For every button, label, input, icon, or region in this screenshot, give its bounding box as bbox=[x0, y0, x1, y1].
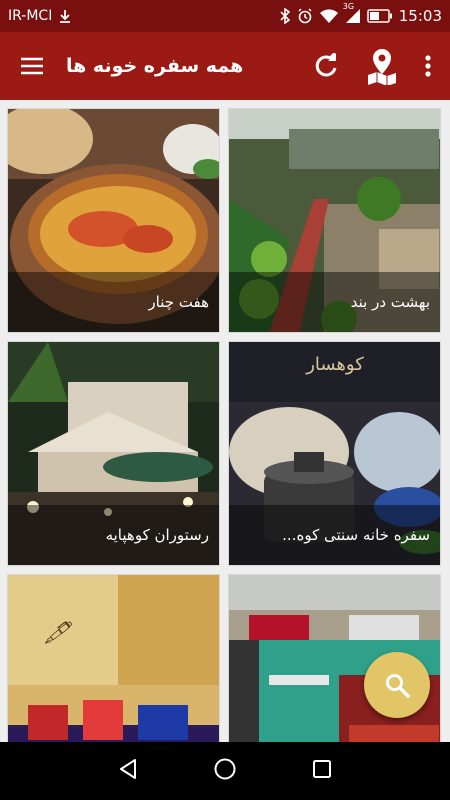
search-fab[interactable] bbox=[364, 652, 430, 718]
home-icon[interactable] bbox=[213, 757, 237, 785]
card-caption: هفت چنار bbox=[8, 272, 219, 332]
download-icon bbox=[58, 9, 72, 23]
restaurant-name: رستوران کوهپایه bbox=[105, 526, 209, 544]
app-title: همه سفره خونه ها bbox=[66, 55, 244, 77]
wifi-icon bbox=[319, 8, 339, 24]
restaurant-name: سفره خانه سنتی کوه... bbox=[282, 526, 430, 544]
menu-icon[interactable] bbox=[10, 44, 54, 88]
restaurant-name: بهشت در بند bbox=[350, 293, 430, 311]
recents-icon[interactable] bbox=[311, 758, 333, 784]
carrier-label: IR-MCI bbox=[8, 8, 53, 24]
status-right: 3G 15:03 bbox=[279, 2, 442, 25]
sign-text: کوهسار bbox=[305, 354, 364, 375]
restaurant-name: هفت چنار bbox=[148, 293, 209, 311]
restaurant-card[interactable]: هفت چنار bbox=[7, 108, 220, 333]
card-caption: رستوران کوهپایه bbox=[8, 505, 219, 565]
restaurant-card[interactable]: 🖋 bbox=[7, 574, 220, 742]
screen: IR-MCI 3G 15:03 همه سفره خونه ها هفت چنا… bbox=[0, 0, 450, 800]
map-pin-icon[interactable] bbox=[360, 44, 404, 88]
clock: 15:03 bbox=[398, 7, 442, 25]
card-caption: سفره خانه سنتی کوه... bbox=[229, 505, 440, 565]
bluetooth-icon bbox=[279, 8, 291, 24]
back-icon[interactable] bbox=[117, 758, 139, 784]
card-caption: بهشت در بند bbox=[229, 272, 440, 332]
restaurant-grid: هفت چنار بهشت در بند رستوران کوهپایه کوه… bbox=[0, 100, 450, 742]
status-left: IR-MCI bbox=[8, 8, 72, 24]
restaurant-card[interactable]: کوهسار سفره خانه سنتی کوه... bbox=[228, 341, 441, 566]
restaurant-card[interactable]: بهشت در بند bbox=[228, 108, 441, 333]
svg-text:🖋: 🖋 bbox=[43, 621, 73, 646]
interior-photo: 🖋 bbox=[8, 575, 219, 742]
navigation-bar bbox=[0, 742, 450, 800]
restaurant-card[interactable]: رستوران کوهپایه bbox=[7, 341, 220, 566]
network-type-label: 3G bbox=[342, 2, 355, 11]
battery-icon bbox=[367, 9, 393, 23]
status-bar: IR-MCI 3G 15:03 bbox=[0, 0, 450, 32]
signal-icon: 3G bbox=[343, 2, 361, 24]
more-vert-icon[interactable] bbox=[416, 44, 440, 88]
refresh-icon[interactable] bbox=[304, 44, 348, 88]
search-icon bbox=[386, 674, 410, 698]
app-bar: همه سفره خونه ها bbox=[0, 32, 450, 100]
alarm-icon bbox=[297, 8, 313, 24]
